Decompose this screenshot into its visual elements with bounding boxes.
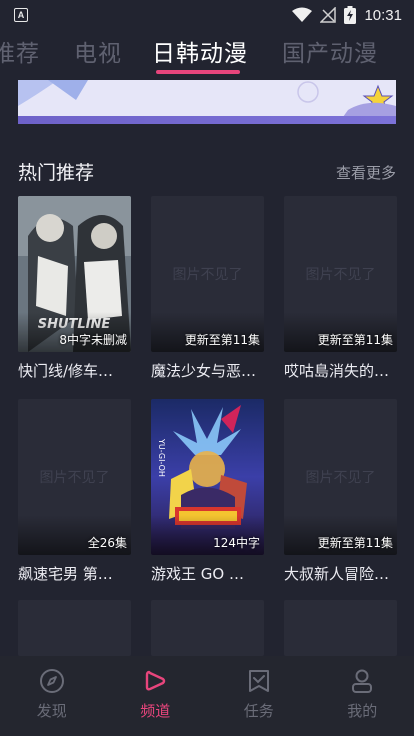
nav-tasks[interactable]: 任务 [207,656,311,736]
video-card-poster[interactable]: SHUTLINE 8中字未删减 [18,196,131,352]
episode-badge: 8中字未删减 [59,333,127,347]
episode-badge: 更新至第11集 [317,536,393,550]
video-card-poster[interactable]: 图片不见了 更新至第11集 [151,196,264,352]
status-time: 10:31 [364,6,402,24]
missing-image-label: 图片不见了 [39,470,110,486]
tab-tv[interactable]: 电视 [74,34,122,68]
task-check-icon [248,670,269,692]
nav-label: 频道 [140,702,171,720]
wifi-icon [292,7,313,22]
video-card-title[interactable]: 大叔新人冒险… [284,563,397,584]
video-card-title[interactable]: 飙速宅男 第… [18,563,131,584]
video-card-poster[interactable] [151,600,264,656]
episode-badge: 更新至第11集 [184,333,260,347]
video-card-poster[interactable]: YU-GI-OH 124中字 [151,399,264,555]
episode-badge: 124中字 [213,536,260,550]
banner[interactable] [18,80,396,124]
video-card-title[interactable]: 快门线/修车… [18,360,131,381]
nav-label: 任务 [243,702,274,720]
bottom-nav: 发现 频道 任务 我的 [0,656,414,736]
nav-discover[interactable]: 发现 [0,656,104,736]
video-card-poster[interactable] [18,600,131,656]
user-icon [352,669,373,693]
a-notification-icon: A [14,8,28,22]
category-tabs: 推荐 电视 日韩动漫 国产动漫 [0,30,414,78]
nav-label: 发现 [36,702,67,720]
video-card-poster[interactable]: 图片不见了 更新至第11集 [284,196,397,352]
episode-badge: 全26集 [87,536,127,550]
nav-label: 我的 [347,702,378,720]
status-left: A [14,8,28,22]
compass-icon [39,669,64,693]
missing-image-label: 图片不见了 [305,267,376,283]
more-link[interactable]: 查看更多 [336,162,396,183]
video-card-poster[interactable]: 图片不见了 更新至第11集 [284,399,397,555]
missing-image-label: 图片不见了 [305,470,376,486]
section-header: 热门推荐 查看更多 [18,154,396,188]
battery-charging-icon [344,6,357,24]
video-card-title[interactable]: 哎咕島消失的… [284,360,397,381]
no-signal-icon [320,7,337,23]
svg-text:YU-GI-OH: YU-GI-OH [157,438,166,477]
video-card-title[interactable]: 魔法少女与恶… [151,360,264,381]
status-bar: A 10:31 [0,0,414,30]
active-tab-indicator [156,70,240,74]
episode-badge: 更新至第11集 [317,333,393,347]
tab-recommend[interactable]: 推荐 [0,34,40,68]
video-card-poster[interactable]: 图片不见了 全26集 [18,399,131,555]
status-right: 10:31 [292,6,402,24]
play-icon [146,670,166,691]
banner-stripe [18,116,396,124]
video-card-title[interactable]: 游戏王 GO … [151,563,264,584]
missing-image-label: 图片不见了 [172,267,243,283]
section-title: 热门推荐 [18,162,95,184]
nav-channel[interactable]: 频道 [104,656,208,736]
nav-mine[interactable]: 我的 [311,656,414,736]
tab-cn-anime[interactable]: 国产动漫 [282,34,378,68]
tab-jp-kr-anime[interactable]: 日韩动漫 [152,34,248,68]
video-card-poster[interactable] [284,600,397,656]
